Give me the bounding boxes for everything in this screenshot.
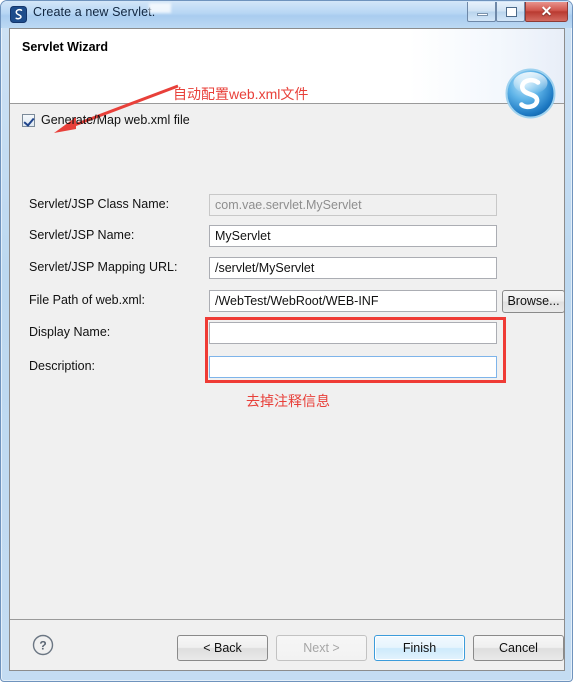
label-class-name: Servlet/JSP Class Name: bbox=[29, 197, 170, 211]
cancel-button[interactable]: Cancel bbox=[473, 635, 564, 661]
window-title: Create a new Servlet. bbox=[33, 5, 156, 19]
label-display-name: Display Name: bbox=[29, 325, 111, 339]
input-class-name[interactable]: com.vae.servlet.MyServlet bbox=[209, 194, 497, 216]
generate-web-xml-label: Generate/Map web.xml file bbox=[41, 113, 190, 127]
maximize-icon bbox=[506, 7, 517, 17]
minimize-button[interactable] bbox=[467, 2, 496, 22]
back-button[interactable]: < Back bbox=[177, 635, 268, 661]
page-title: Servlet Wizard bbox=[22, 40, 109, 54]
field-row-mapping-url: Servlet/JSP Mapping URL: /servlet/MyServ… bbox=[10, 257, 564, 279]
label-web-xml-path: File Path of web.xml: bbox=[29, 293, 146, 307]
close-icon: ✕ bbox=[540, 3, 553, 19]
minimize-icon bbox=[477, 13, 488, 16]
finish-button[interactable]: Finish bbox=[374, 635, 465, 661]
input-servlet-name[interactable]: MyServlet bbox=[209, 225, 497, 247]
field-row-display-name: Display Name: bbox=[10, 322, 564, 344]
browse-button[interactable]: Browse... bbox=[502, 290, 565, 313]
field-row-class-name: Servlet/JSP Class Name: com.vae.servlet.… bbox=[10, 194, 564, 216]
input-display-name[interactable] bbox=[209, 322, 497, 344]
generate-web-xml-checkbox-row[interactable]: Generate/Map web.xml file bbox=[22, 113, 190, 127]
footer-separator bbox=[10, 619, 564, 620]
maximize-button[interactable] bbox=[496, 2, 525, 22]
svg-text:?: ? bbox=[39, 639, 46, 653]
blue-sphere-s-logo bbox=[505, 68, 556, 119]
annotation-text-top: 自动配置web.xml文件 bbox=[173, 86, 309, 102]
annotation-text-bottom: 去掉注释信息 bbox=[246, 393, 330, 409]
dialog-window: Create a new Servlet. ✕ Servlet Wizard 自… bbox=[0, 0, 573, 682]
field-row-servlet-name: Servlet/JSP Name: MyServlet bbox=[10, 225, 564, 247]
next-button: Next > bbox=[276, 635, 367, 661]
help-icon[interactable]: ? bbox=[32, 634, 54, 656]
close-button[interactable]: ✕ bbox=[525, 2, 568, 22]
input-description[interactable] bbox=[209, 356, 497, 378]
input-mapping-url[interactable]: /servlet/MyServlet bbox=[209, 257, 497, 279]
generate-web-xml-checkbox[interactable] bbox=[22, 113, 35, 127]
label-mapping-url: Servlet/JSP Mapping URL: bbox=[29, 260, 178, 274]
field-row-web-xml-path: File Path of web.xml: /WebTest/WebRoot/W… bbox=[10, 290, 564, 312]
field-row-description: Description: bbox=[10, 356, 564, 378]
label-description: Description: bbox=[29, 359, 95, 373]
title-highlight bbox=[149, 3, 171, 13]
myeclipse-servlet-icon bbox=[10, 6, 27, 23]
label-servlet-name: Servlet/JSP Name: bbox=[29, 228, 135, 242]
dialog-client-area: Servlet Wizard 自动配置web.xml文件 Generate/Ma… bbox=[9, 28, 565, 671]
title-bar[interactable]: Create a new Servlet. ✕ bbox=[1, 1, 572, 28]
input-web-xml-path[interactable]: /WebTest/WebRoot/WEB-INF bbox=[209, 290, 497, 312]
